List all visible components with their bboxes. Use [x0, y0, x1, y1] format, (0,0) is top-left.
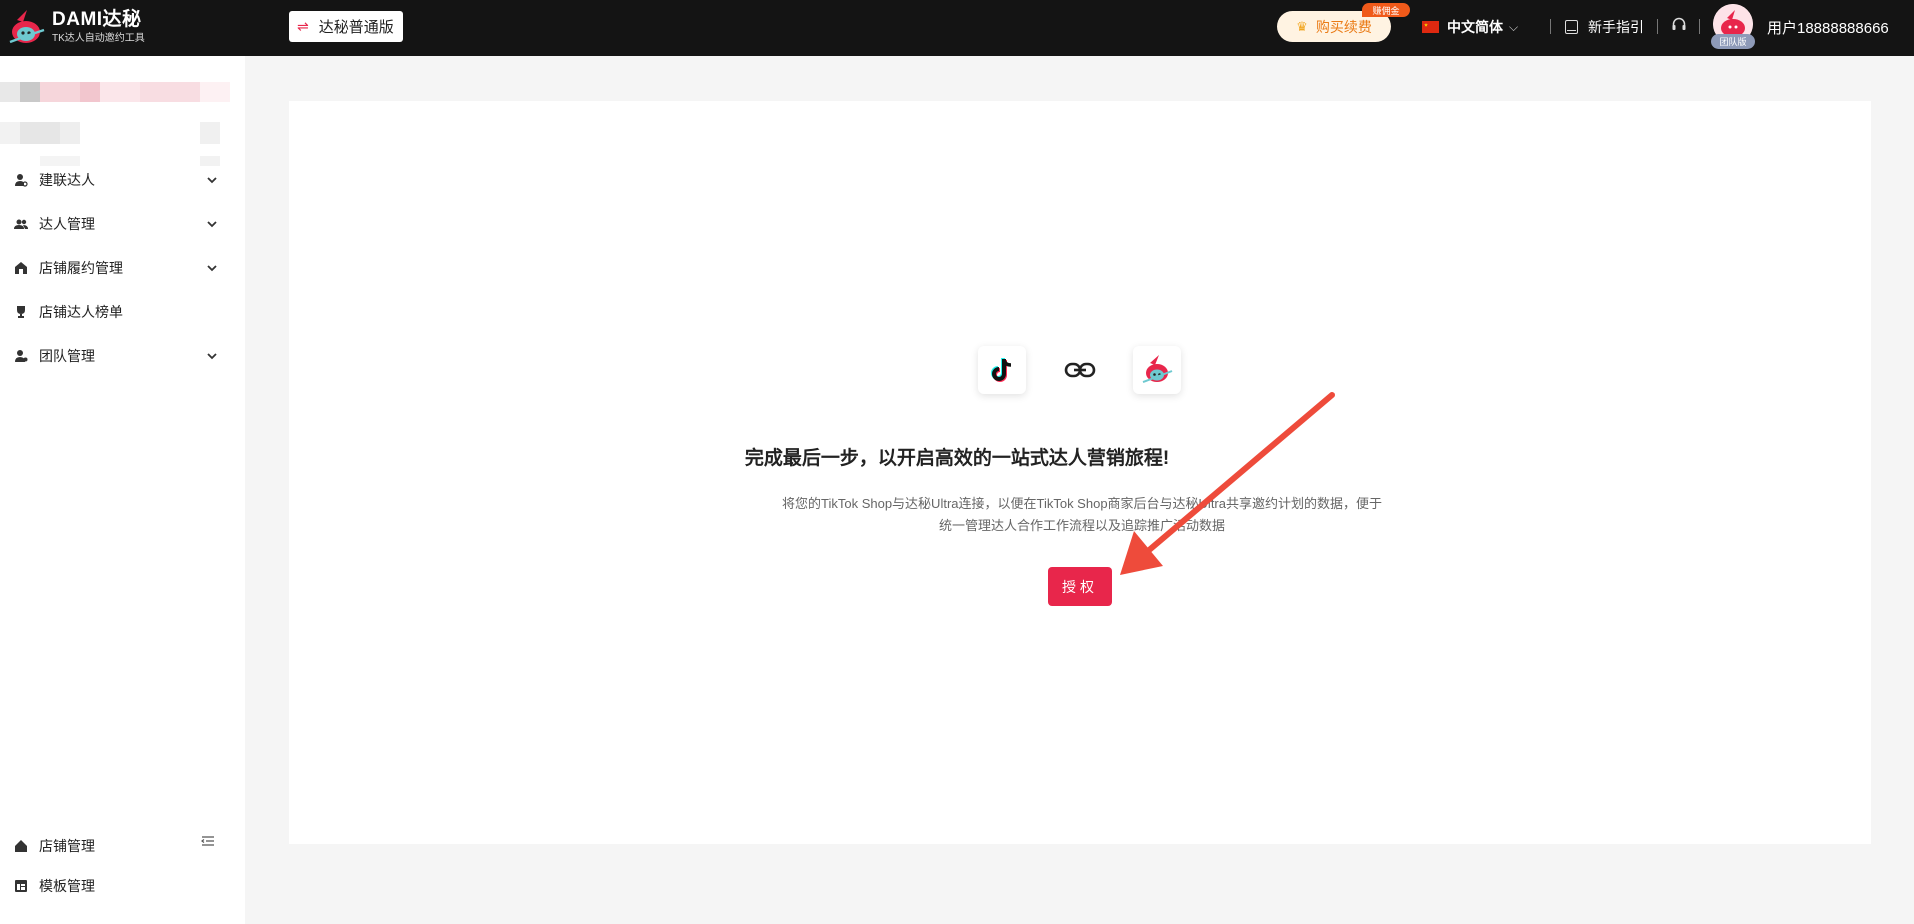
swap-icon: ⇌ [297, 18, 309, 34]
sidebar: 建联达人 达人管理 店铺履约管理 店铺达人榜单 团队管理 店铺管理 模板管理 [0, 56, 245, 924]
trophy-icon [17, 306, 25, 318]
blurred-shop-selector[interactable] [0, 56, 245, 166]
chevron-down-icon [207, 177, 217, 184]
guide-button[interactable]: 新手指引 [1565, 17, 1644, 37]
buy-label: 购买续费 [1315, 18, 1372, 35]
dami-logo-icon [9, 10, 45, 44]
authorize-button[interactable]: 授权 [1048, 567, 1112, 606]
link-icon [1064, 362, 1096, 378]
team-edition-badge: 团队版 [1711, 34, 1755, 49]
divider [1657, 19, 1658, 34]
dami-app-icon [1142, 355, 1173, 383]
sidebar-item-connect-creators[interactable]: 建联达人 [0, 160, 230, 200]
logo-title: DAMI达秘 [52, 9, 142, 30]
username[interactable]: 用户18888888666 [1767, 17, 1889, 38]
tiktok-icon [991, 358, 1012, 382]
earn-commission-badge[interactable]: 赚佣金 [1362, 3, 1410, 17]
template-icon [15, 880, 27, 892]
dami-tile [1133, 346, 1181, 394]
user-link-icon [15, 174, 28, 187]
sidebar-item-template-management[interactable]: 模板管理 [0, 866, 230, 906]
sidebar-item-team-management[interactable]: 团队管理 [0, 336, 230, 376]
crown-icon: ♛ [1296, 18, 1308, 34]
guide-label: 新手指引 [1588, 19, 1644, 35]
version-label: 达秘普通版 [318, 19, 394, 36]
chevron-down-icon [207, 221, 217, 228]
sidebar-item-label: 店铺履约管理 [39, 260, 123, 276]
tiktok-tile [978, 346, 1026, 394]
chevron-down-icon [207, 265, 217, 272]
collapse-sidebar-icon[interactable] [200, 833, 216, 849]
sidebar-item-store-creator-ranking[interactable]: 店铺达人榜单 [0, 292, 230, 332]
sidebar-item-label: 店铺管理 [39, 838, 95, 854]
sidebar-item-label: 模板管理 [39, 878, 95, 894]
sidebar-item-label: 店铺达人榜单 [39, 304, 123, 320]
china-flag-icon [1422, 21, 1439, 33]
headset-icon[interactable] [1671, 16, 1687, 32]
page-description: 将您的TikTok Shop与达秘Ultra连接，以便在TikTok Shop商… [782, 496, 1382, 533]
divider [1550, 19, 1551, 34]
users-icon [14, 219, 28, 229]
sidebar-item-store-fulfillment[interactable]: 店铺履约管理 [0, 248, 230, 288]
sidebar-item-label: 建联达人 [39, 172, 95, 188]
sidebar-item-creator-management[interactable]: 达人管理 [0, 204, 230, 244]
store-icon [15, 262, 27, 274]
page-title: 完成最后一步，以开启高效的一站式达人营销旅程! [744, 448, 1170, 469]
sidebar-item-shop-management[interactable]: 店铺管理 [0, 826, 230, 866]
sidebar-item-label: 团队管理 [39, 348, 95, 364]
logo[interactable]: DAMI达秘 TK达人自动邀约工具 [6, 8, 145, 48]
team-icon [15, 350, 28, 362]
top-header: DAMI达秘 TK达人自动邀约工具 ⇌ 达秘普通版 ♛ 购买续费 赚佣金 中文简… [0, 0, 1914, 56]
divider [1699, 19, 1700, 34]
language-label: 中文简体 [1447, 19, 1503, 35]
logo-subtitle: TK达人自动邀约工具 [52, 33, 145, 44]
language-selector[interactable]: 中文简体 ⌵ [1422, 17, 1518, 37]
sidebar-item-label: 达人管理 [39, 216, 95, 232]
connection-icons [978, 346, 1183, 396]
home-icon [15, 840, 27, 852]
authorization-card [289, 101, 1871, 844]
book-icon [1565, 20, 1578, 34]
version-switch-button[interactable]: ⇌ 达秘普通版 [289, 11, 403, 42]
chevron-down-icon [207, 353, 217, 360]
chevron-down-icon: ⌵ [1509, 19, 1519, 34]
